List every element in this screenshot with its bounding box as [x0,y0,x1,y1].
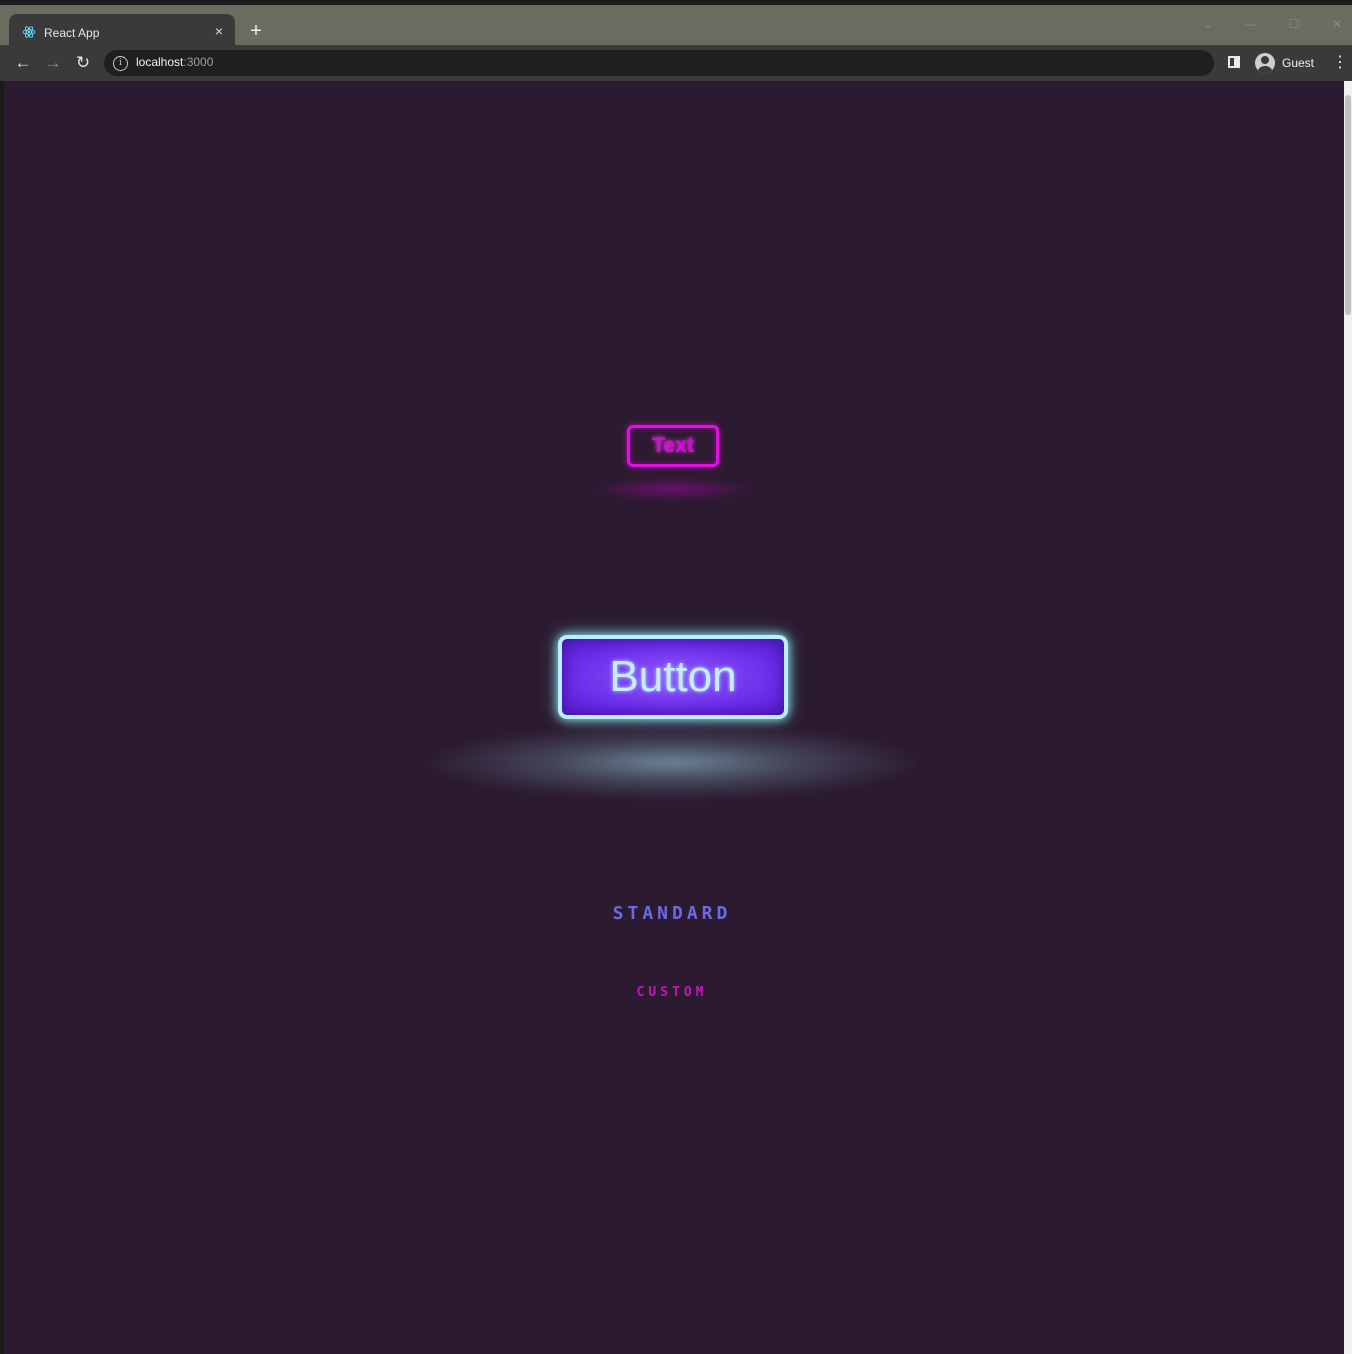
url-port: :3000 [183,55,214,69]
reload-icon[interactable]: ↻ [72,52,94,74]
side-panel-icon[interactable] [1228,56,1240,68]
custom-option[interactable]: CUSTOM [580,985,764,1000]
tab-search-icon[interactable]: ⌄ [1197,15,1219,33]
profile-avatar-icon [1255,53,1275,73]
url-text: localhost:3000 [136,55,213,69]
browser-toolbar: ← → ↻ i localhost:3000 Guest ⋮ [0,45,1352,81]
button-glow-reflection [420,725,925,800]
url-host: localhost [136,55,184,69]
info-icon[interactable]: i [113,56,128,71]
tab-title: React App [44,26,100,40]
profile-name: Guest [1282,56,1315,70]
text-badge-glow [590,478,756,500]
forward-arrow-icon[interactable]: → [42,52,64,74]
back-arrow-icon[interactable]: ← [12,52,34,74]
tab-strip: React App × + ⌄ — ☐ ✕ [0,0,1352,50]
vertical-scrollbar[interactable] [1344,81,1352,1354]
standard-option[interactable]: STANDARD [560,903,784,924]
scrollbar-thumb[interactable] [1345,95,1351,315]
neon-text-badge: Text [627,425,719,467]
react-icon [22,26,36,38]
browser-window: React App × + ⌄ — ☐ ✕ ← → ↻ i localhost:… [0,0,1352,1354]
new-tab-button[interactable]: + [246,21,266,41]
window-close-icon[interactable]: ✕ [1326,15,1348,33]
maximize-icon[interactable]: ☐ [1283,15,1305,33]
address-bar[interactable]: i localhost:3000 [104,50,1214,76]
kebab-menu-icon[interactable]: ⋮ [1332,54,1348,72]
tab-close-icon[interactable]: × [211,23,227,39]
neon-button[interactable]: Button [558,635,788,719]
profile-button[interactable]: Guest [1254,52,1322,74]
minimize-icon[interactable]: — [1240,15,1262,33]
